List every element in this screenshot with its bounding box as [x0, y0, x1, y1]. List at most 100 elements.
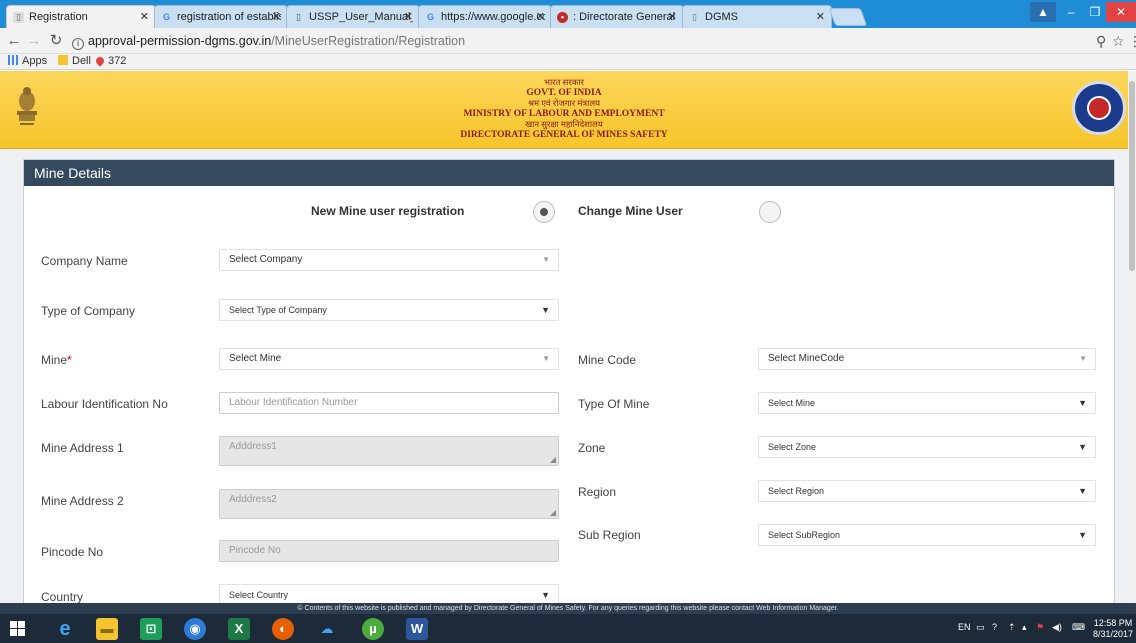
close-icon[interactable]: ✕ [404, 10, 413, 23]
menu-icon[interactable]: ⋮ [1128, 32, 1136, 50]
apps-grid-icon [8, 55, 18, 65]
browser-toolbar: ← → ↻ i approval-permission-dgms.gov.in/M… [0, 28, 1136, 54]
scrollbar-thumb[interactable] [1129, 81, 1135, 271]
mine-address-2-label: Mine Address 2 [41, 494, 124, 508]
mine-details-panel: Mine Details New Mine user registration … [23, 159, 1115, 603]
tab-google[interactable]: G https://www.google.co.in ✕ [418, 5, 552, 28]
resize-grip-icon[interactable]: ◢ [550, 455, 556, 464]
zoom-icon[interactable]: ⚲ [1096, 32, 1106, 50]
chevron-down-icon: ▼ [541, 590, 550, 600]
keyboard-icon[interactable]: ⌨ [1072, 622, 1085, 633]
tab-label: Registration [29, 11, 88, 23]
hindi-ministry-line: श्रम एवं रोजगार मंत्रालय [527, 98, 601, 108]
cloud-sync-icon[interactable]: ☁ [316, 618, 338, 640]
close-icon[interactable]: ✕ [668, 10, 677, 23]
word-icon[interactable]: W [406, 618, 428, 640]
bookmark-star-icon[interactable]: ☆ [1112, 32, 1125, 50]
window-close-icon[interactable]: ✕ [1106, 2, 1136, 22]
new-tab-button[interactable] [828, 8, 868, 26]
hindi-dgms-line: खान सुरक्षा महानिदेशालय [525, 119, 603, 129]
mine-address-1-label: Mine Address 1 [41, 441, 124, 455]
info-icon[interactable]: i [72, 38, 84, 50]
change-mine-user-radio[interactable] [759, 201, 781, 223]
country-select[interactable]: Select Country ▼ [219, 584, 559, 603]
reload-icon[interactable]: ↻ [48, 32, 64, 50]
tab-user-manual[interactable]: ▯ USSP_User_Manual_v1.0 ✕ [286, 5, 420, 28]
page-scrollbar[interactable] [1128, 71, 1136, 603]
tab-registration-of-establishment[interactable]: G registration of establishm ✕ [154, 5, 288, 28]
folder-icon [58, 55, 68, 65]
select-value: Select Mine [768, 398, 816, 408]
user-profile-icon[interactable]: ▲ [1030, 2, 1056, 22]
document-icon: ▯ [296, 12, 301, 22]
tab-label: USSP_User_Manual_v1.0 [309, 11, 413, 23]
close-icon[interactable]: ✕ [140, 10, 149, 23]
network-icon[interactable]: ⇡ [1008, 622, 1016, 633]
volume-icon[interactable]: ◀) [1052, 622, 1062, 633]
tab-label: registration of establishm [177, 11, 281, 23]
type-of-company-select[interactable]: Select Type of Company ▼ [219, 299, 559, 321]
tab-directorate-general[interactable]: • : Directorate General Of ✕ [550, 5, 684, 28]
select-value: Select Region [768, 486, 825, 496]
back-icon[interactable]: ← [6, 32, 22, 50]
battery-icon[interactable]: ▭ [976, 622, 985, 633]
page-viewport: भारत सरकार GOVT. OF INDIA श्रम एवं रोजगा… [0, 71, 1128, 603]
store-icon[interactable]: ⊡ [140, 618, 162, 640]
type-of-mine-select[interactable]: Select Mine ▼ [758, 392, 1096, 414]
select-value: Select Mine [229, 353, 282, 364]
chevron-down-icon: ▼ [541, 305, 550, 315]
internet-explorer-icon[interactable]: e [54, 618, 76, 640]
google-icon: G [426, 12, 434, 22]
mine-address-1-textarea[interactable]: Adddress1 ◢ [219, 436, 559, 466]
forward-icon[interactable]: → [26, 32, 42, 50]
bookmark-372[interactable]: 372 [94, 54, 127, 69]
mine-label-text: Mine [41, 353, 68, 367]
new-mine-user-radio[interactable] [533, 201, 555, 223]
minimize-icon[interactable]: – [1058, 2, 1084, 22]
url-path: /MineUserRegistration/Registration [271, 34, 466, 48]
labour-id-input[interactable]: Labour Identification Number [219, 392, 559, 414]
maximize-icon[interactable]: ❐ [1082, 2, 1108, 22]
pincode-input[interactable]: Pincode No [219, 540, 559, 562]
bookmark-dell[interactable]: Dell [58, 54, 91, 69]
address-bar[interactable]: i approval-permission-dgms.gov.in/MineUse… [72, 31, 1094, 51]
bookmark-apps[interactable]: Apps [8, 54, 47, 69]
language-indicator[interactable]: EN [958, 622, 971, 632]
bookmark-label: 372 [108, 55, 127, 67]
firefox-icon[interactable]: ◐ [272, 618, 294, 640]
system-clock[interactable]: 12:58 PM 8/31/2017 [1092, 618, 1134, 640]
textarea-placeholder: Adddress1 [229, 441, 277, 452]
mine-address-2-textarea[interactable]: Adddress2 ◢ [219, 489, 559, 519]
tab-registration[interactable]: ▯ Registration ✕ [6, 5, 156, 28]
company-select[interactable]: Select Company ▼ [219, 249, 559, 271]
chrome-icon[interactable]: ◉ [184, 618, 206, 640]
tab-dgms[interactable]: ▯ DGMS ✕ [682, 5, 832, 28]
resize-grip-icon[interactable]: ◢ [550, 508, 556, 517]
national-emblem-icon [17, 87, 37, 125]
site-footer: © Contents of this website is published … [0, 603, 1136, 614]
close-icon[interactable]: ✕ [272, 10, 281, 23]
new-mine-user-label: New Mine user registration [311, 204, 465, 218]
utorrent-icon[interactable]: µ [362, 618, 384, 640]
sub-region-select[interactable]: Select SubRegion ▼ [758, 524, 1096, 546]
region-select[interactable]: Select Region ▼ [758, 480, 1096, 502]
zone-select[interactable]: Select Zone ▼ [758, 436, 1096, 458]
mine-select[interactable]: Select Mine ▼ [219, 348, 559, 370]
select-value: Select SubRegion [768, 530, 841, 540]
bookmark-label: Apps [22, 55, 48, 67]
help-icon[interactable]: ? [992, 622, 997, 632]
windows-start-icon[interactable] [10, 621, 25, 636]
mine-code-select[interactable]: Select MineCode ▼ [758, 348, 1096, 370]
close-icon[interactable]: ✕ [536, 10, 545, 23]
select-value: Select Zone [768, 442, 817, 452]
chevron-down-icon: ▼ [1078, 486, 1087, 496]
close-icon[interactable]: ✕ [816, 10, 825, 23]
file-explorer-icon[interactable]: ▬ [96, 618, 118, 640]
windows-taskbar: e ▬ ⊡ ◉ X ◐ ☁ µ W EN ▭ ? ⇡ ▴ ⚑ ◀) ⌨ 12:5… [0, 614, 1136, 643]
show-hidden-icons-icon[interactable]: ▴ [1022, 622, 1027, 633]
page-icon: ▯ [13, 12, 24, 23]
flag-icon[interactable]: ⚑ [1036, 622, 1044, 633]
excel-icon[interactable]: X [228, 618, 250, 640]
chevron-down-icon: ▼ [1079, 354, 1087, 363]
mine-label: Mine* [41, 353, 72, 367]
